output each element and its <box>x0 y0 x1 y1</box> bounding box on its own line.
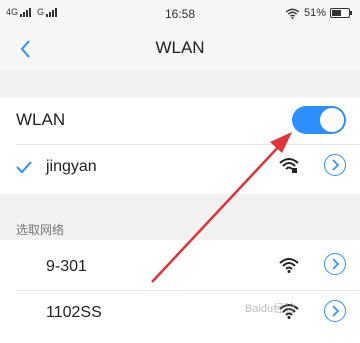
watermark: Baidu经验 <box>245 303 296 315</box>
annotation-arrow-icon <box>151 132 292 283</box>
